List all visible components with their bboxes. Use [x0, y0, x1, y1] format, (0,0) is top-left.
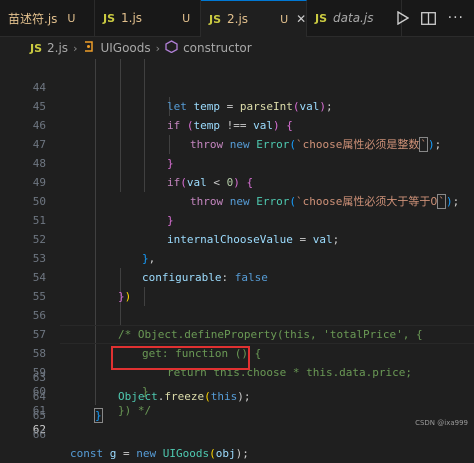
- code-line: 55: [0, 268, 474, 303]
- run-icon[interactable]: [396, 11, 409, 25]
- code-line: 47 }: [0, 116, 474, 170]
- code-line: 54 }): [0, 249, 474, 303]
- code-line: 50 }: [0, 173, 474, 227]
- code-line: 53 configurable: false: [0, 230, 474, 284]
- tab-label: 2.js: [227, 12, 249, 26]
- code-line: 44 let temp = parseInt(val);: [0, 59, 474, 113]
- code-line: 52 },: [0, 211, 474, 265]
- tab-2-js[interactable]: JS 2.js U ✕: [201, 0, 307, 37]
- js-file-icon: JS: [103, 11, 116, 25]
- tab-1-js[interactable]: JS 1.js U: [95, 0, 201, 36]
- editor-tab-bar: 苗述符.js U JS 1.js U JS 2.js U ✕ JS data.j…: [0, 0, 474, 37]
- highlight-box: [111, 346, 250, 370]
- split-editor-icon[interactable]: [420, 11, 436, 25]
- chevron-right-icon: ›: [155, 41, 161, 55]
- code-line: 56 /* Object.defineProperty(this, 'total…: [0, 287, 474, 341]
- editor-actions: ···: [396, 0, 474, 36]
- close-icon[interactable]: ✕: [296, 12, 306, 26]
- code-line: 46 throw new Error(`choose属性必须是整数`);: [0, 97, 474, 152]
- code-line: 64 }: [0, 368, 474, 423]
- method-icon: [165, 40, 178, 56]
- untracked-badge: U: [67, 11, 76, 25]
- code-line: 45 if (temp !== val) {: [0, 78, 474, 132]
- js-file-icon: JS: [315, 11, 328, 25]
- chevron-right-icon: ›: [73, 41, 78, 55]
- untracked-badge: U: [280, 12, 289, 26]
- line-number: 66: [32, 428, 46, 441]
- breadcrumb-method[interactable]: constructor: [183, 41, 252, 55]
- more-actions-icon[interactable]: ···: [448, 10, 464, 26]
- code-line: 65: [0, 387, 474, 422]
- code-line: 51 internalChooseValue = val;: [0, 192, 474, 246]
- tab-data-js[interactable]: JS data.js: [307, 0, 402, 36]
- breadcrumb-file[interactable]: 2.js: [47, 41, 68, 55]
- code-line: 66 const g = new UIGoods(obj);: [0, 406, 474, 460]
- tab-label: 1.js: [121, 11, 143, 25]
- code-line: 48 if(val < 0) {: [0, 135, 474, 189]
- watermark: CSDN @ixa999: [415, 419, 468, 427]
- code-line: 57 get: function () {: [0, 306, 474, 360]
- tab-label: 苗述符.js: [8, 11, 58, 26]
- code-line: 49 throw new Error(`choose属性必须大于等于0`);: [0, 154, 474, 209]
- tab-label: data.js: [333, 11, 374, 25]
- tab-descriptor-js[interactable]: 苗述符.js U: [0, 0, 95, 36]
- js-file-icon: JS: [209, 12, 222, 26]
- untracked-badge: U: [182, 11, 191, 25]
- code-line: 58 return this.choose * this.data.price;: [0, 325, 474, 379]
- breadcrumb: JS 2.js › UIGoods › constructor: [0, 37, 474, 59]
- class-icon: [82, 40, 95, 56]
- js-file-icon: JS: [30, 41, 43, 55]
- breadcrumb-class[interactable]: UIGoods: [100, 41, 150, 55]
